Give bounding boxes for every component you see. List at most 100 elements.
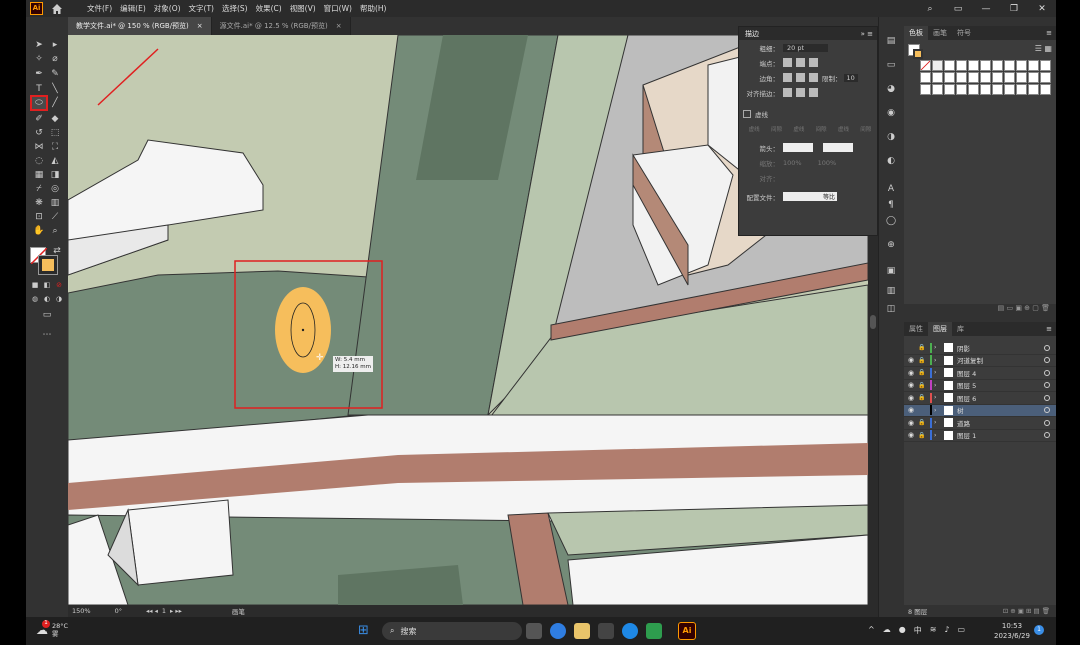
gap-1[interactable]: 间隙 <box>771 125 782 133</box>
search-icon[interactable]: ⌕ <box>916 4 944 14</box>
character-icon[interactable]: A <box>885 183 897 195</box>
store-icon[interactable] <box>574 623 590 639</box>
minimize-button[interactable]: — <box>972 4 1000 14</box>
expand-arrow-icon[interactable]: › <box>934 419 942 426</box>
layer-row[interactable]: ◉ 🔒 › 图层 6 <box>904 392 1056 405</box>
swatch[interactable] <box>1040 84 1051 95</box>
chat-icon[interactable] <box>646 623 662 639</box>
target-circle-icon[interactable] <box>1044 369 1050 376</box>
target-circle-icon[interactable] <box>1044 382 1050 389</box>
layer-action-icons[interactable]: ⊡ ⊕ ▣ ⊞ ▤ 🗑 <box>1003 607 1056 615</box>
swatch[interactable] <box>1016 60 1027 71</box>
zoom-level[interactable]: 150% <box>72 607 91 615</box>
taskbar-search[interactable]: ⌕ 搜索 <box>382 622 522 640</box>
start-menu-icon[interactable]: ⊞ <box>358 623 374 639</box>
battery-icon[interactable]: ▭ <box>958 625 966 636</box>
artboard-nav-next[interactable]: ▸ ▸▸ <box>170 607 182 615</box>
onedrive-icon[interactable]: ☁ <box>883 625 891 636</box>
square-cap-icon[interactable] <box>809 58 818 67</box>
volume-icon[interactable]: ♪ <box>944 625 949 636</box>
transparency-icon[interactable]: ◐ <box>885 155 897 167</box>
edge-icon[interactable] <box>550 623 566 639</box>
expand-arrow-icon[interactable]: › <box>934 357 942 364</box>
screen-mode-icon[interactable]: ▭ <box>40 309 54 321</box>
paintbrush-icon[interactable]: ╱ <box>48 97 62 109</box>
wifi-icon[interactable]: ≋ <box>930 625 937 636</box>
expand-arrow-icon[interactable]: › <box>934 369 942 376</box>
tab-brushes[interactable]: 画笔 <box>928 26 952 40</box>
artboard-number[interactable]: 1 <box>162 607 166 615</box>
target-circle-icon[interactable] <box>1044 407 1050 414</box>
swatch[interactable] <box>920 72 931 83</box>
paragraph-icon[interactable]: ¶ <box>885 199 897 211</box>
weather-widget[interactable]: ☁ 1 28°C 雾 <box>36 620 68 638</box>
pathfinder-icon[interactable]: ▥ <box>885 285 897 297</box>
artboard-tool-icon[interactable]: ⊡ <box>32 211 46 223</box>
hand-tool-icon[interactable]: ✋ <box>32 225 46 237</box>
layer-row[interactable]: 🔒 › 阴影 <box>904 342 1056 355</box>
tab-teaching-file[interactable]: 教学文件.ai* @ 150 % (RGB/预览) × <box>68 17 212 35</box>
close-icon[interactable]: × <box>197 22 203 30</box>
swatch[interactable] <box>932 84 943 95</box>
swatch[interactable] <box>1028 60 1039 71</box>
target-circle-icon[interactable] <box>1044 357 1050 364</box>
close-icon[interactable]: × <box>336 22 342 30</box>
transform-icon[interactable]: ▣ <box>885 265 897 277</box>
dash-2[interactable]: 虚线 <box>793 125 804 133</box>
swatch[interactable] <box>992 84 1003 95</box>
swatch[interactable] <box>944 72 955 83</box>
swatch[interactable] <box>956 72 967 83</box>
opentype-icon[interactable]: ◯ <box>885 215 897 227</box>
tab-source-file[interactable]: 源文件.ai* @ 12.5 % (RGB/预览) × <box>211 17 351 35</box>
visibility-eye-icon[interactable]: ◉ <box>908 369 918 377</box>
layer-row[interactable]: ◉ 🔒 › 图层 5 <box>904 380 1056 392</box>
layer-row[interactable]: ◉ › 树 <box>904 404 1056 417</box>
swatch[interactable] <box>920 84 931 95</box>
layer-row[interactable]: ◉ 🔒 › 图层 4 <box>904 367 1056 380</box>
line-tool-icon[interactable]: ╲ <box>48 83 62 95</box>
mesh-tool-icon[interactable]: ▦ <box>32 169 46 181</box>
menu-item[interactable]: 帮助(H) <box>356 3 391 14</box>
expand-arrow-icon[interactable]: › <box>934 394 942 401</box>
artboard-nav[interactable]: ◂◂ ◂ <box>146 607 158 615</box>
task-view-icon[interactable] <box>526 623 542 639</box>
chevron-up-icon[interactable]: ^ <box>868 625 875 636</box>
gap-3[interactable]: 间隙 <box>860 125 871 133</box>
comments-icon[interactable]: ▭ <box>885 59 897 71</box>
graphic-styles-icon[interactable]: ◑ <box>885 131 897 143</box>
dash-3[interactable]: 虚线 <box>838 125 849 133</box>
menu-item[interactable]: 编辑(E) <box>116 3 150 14</box>
draw-inside-icon[interactable]: ◑ <box>52 293 66 305</box>
swap-fill-stroke-icon[interactable]: ⇄ <box>50 245 64 257</box>
visibility-eye-icon[interactable]: ◉ <box>908 356 918 364</box>
tab-layers[interactable]: 图层 <box>928 322 952 336</box>
swatch[interactable] <box>956 60 967 71</box>
visibility-eye-icon[interactable]: ◉ <box>908 431 918 439</box>
app-icon[interactable] <box>598 623 614 639</box>
maximize-button[interactable]: ❐ <box>1000 4 1028 14</box>
lock-icon[interactable]: 🔒 <box>918 382 928 389</box>
target-circle-icon[interactable] <box>1044 394 1050 401</box>
gradient-tool-icon[interactable]: ◨ <box>48 169 62 181</box>
swatch[interactable] <box>968 72 979 83</box>
menu-item[interactable]: 效果(C) <box>252 3 286 14</box>
swatch[interactable] <box>944 84 955 95</box>
menu-item[interactable]: 文件(F) <box>83 3 116 14</box>
appearance-icon[interactable]: ◉ <box>885 107 897 119</box>
tab-properties[interactable]: 属性 <box>904 322 928 336</box>
layer-row[interactable]: ◉ 🔒 › 图层 1 <box>904 430 1056 442</box>
end-scale[interactable]: 100% <box>818 159 837 167</box>
panel-menu-icon[interactable]: ≡ <box>1046 29 1056 37</box>
direct-selection-tool-icon[interactable]: ▸ <box>48 39 62 51</box>
visibility-eye-icon[interactable]: ◉ <box>908 406 918 414</box>
swatch[interactable] <box>1016 72 1027 83</box>
menu-item[interactable]: 选择(S) <box>218 3 252 14</box>
menu-item[interactable]: 视图(V) <box>286 3 320 14</box>
lock-icon[interactable]: 🔒 <box>918 369 928 376</box>
end-arrow-select[interactable] <box>823 143 853 152</box>
layer-row[interactable]: ◉ 🔒 › 道路 <box>904 417 1056 430</box>
swatch[interactable] <box>932 60 943 71</box>
swatch[interactable] <box>920 60 931 71</box>
target-circle-icon[interactable] <box>1044 344 1050 351</box>
start-arrow-select[interactable] <box>783 143 813 152</box>
